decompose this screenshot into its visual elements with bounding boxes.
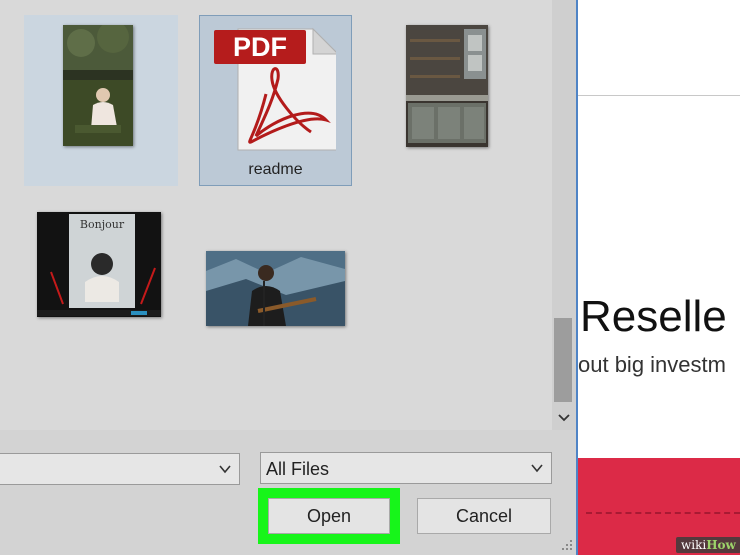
file-name-combobox[interactable] bbox=[0, 453, 240, 485]
thumbnail-title: Bonjour bbox=[79, 218, 125, 231]
webpage-divider bbox=[578, 95, 740, 96]
file-list-pane[interactable]: PDF readme Bonjour bbox=[0, 0, 552, 430]
background-webpage: Reselle out big investm bbox=[578, 0, 740, 555]
file-item[interactable] bbox=[372, 15, 522, 186]
file-name: readme bbox=[248, 161, 303, 178]
vertical-scrollbar[interactable] bbox=[552, 0, 576, 430]
chevron-down-icon bbox=[531, 464, 543, 473]
banner-dashed-line bbox=[586, 512, 740, 514]
pdf-badge: PDF bbox=[214, 30, 306, 64]
scroll-down-icon[interactable] bbox=[552, 404, 576, 428]
webpage-subtext: out big investm bbox=[578, 352, 726, 377]
file-item-readme[interactable]: PDF readme bbox=[199, 15, 352, 186]
resize-grip-icon[interactable] bbox=[560, 538, 574, 552]
file-thumbnail bbox=[63, 25, 133, 146]
scrollbar-thumb[interactable] bbox=[554, 318, 572, 402]
file-thumbnail: Bonjour bbox=[37, 212, 161, 317]
file-item[interactable] bbox=[196, 200, 354, 350]
cancel-button[interactable]: Cancel bbox=[417, 498, 551, 534]
pdf-icon: PDF bbox=[206, 24, 340, 154]
file-item[interactable] bbox=[24, 15, 178, 186]
webpage-heading: Reselle bbox=[580, 292, 727, 341]
file-thumbnail bbox=[406, 25, 488, 147]
file-open-dialog: PDF readme Bonjour All Files Open Cancel bbox=[0, 0, 578, 555]
open-button[interactable]: Open bbox=[268, 498, 390, 534]
file-thumbnail bbox=[206, 251, 345, 326]
file-type-value: All Files bbox=[266, 459, 330, 479]
chevron-down-icon bbox=[219, 465, 231, 474]
wikihow-watermark: wikiHow bbox=[676, 537, 740, 553]
file-item[interactable]: Bonjour bbox=[24, 200, 178, 350]
file-type-dropdown[interactable]: All Files bbox=[260, 452, 552, 484]
